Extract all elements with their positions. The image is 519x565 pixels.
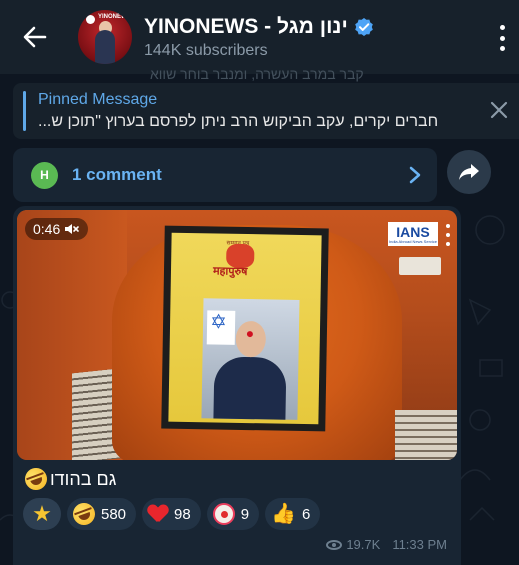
verified-badge-icon: [355, 17, 373, 36]
eye-icon: [326, 539, 343, 550]
video-scene-papers: [395, 410, 457, 460]
reaction-heart[interactable]: 98: [142, 498, 201, 530]
reaction-count: 9: [240, 505, 250, 523]
reaction-count: 6: [301, 505, 311, 523]
avatar-logo-text: YINONEWS: [98, 14, 131, 20]
post-meta: 19.7K 11:33 PM: [326, 537, 447, 552]
channel-info[interactable]: YINONEWS - ינון מגל 144K subscribers: [144, 15, 374, 60]
muted-speaker-icon: [65, 224, 80, 234]
person-face: [235, 320, 267, 358]
watermark-text: IANS: [396, 223, 430, 240]
channel-title: YINONEWS - ינון מגל: [144, 14, 348, 38]
pinned-text: חברים יקרים, עקב הביקוש הרב ניתן לפרסם ב…: [38, 113, 439, 130]
pinned-message-bar[interactable]: Pinned Message חברים יקרים, עקב הביקוש ה…: [13, 83, 519, 139]
ians-watermark: IANS India Abroad News Service: [388, 222, 438, 246]
thumbs-up-icon: 👍: [271, 503, 296, 525]
share-button[interactable]: [447, 150, 491, 194]
reaction-count: 580: [101, 505, 127, 523]
video-duration: 0:46: [33, 221, 61, 237]
close-icon[interactable]: [489, 100, 509, 120]
reaction-thumbs-up[interactable]: 👍 6: [265, 498, 321, 530]
clown-icon: [212, 503, 235, 525]
comments-button[interactable]: H 1 comment: [13, 148, 437, 202]
comments-label: 1 comment: [72, 165, 162, 184]
video-more-button[interactable]: [445, 224, 451, 246]
reaction-clown[interactable]: 9: [206, 498, 260, 530]
dot-icon: [446, 233, 450, 237]
rolling-laugh-icon: [21, 464, 51, 494]
background-message-text: קבר במרב העשרה, ומנבר בוחר שווא: [150, 66, 364, 82]
person-suit: [213, 356, 287, 420]
video-scene-socket: [399, 257, 441, 275]
dot-icon: [446, 224, 450, 228]
tilak-mark: [246, 331, 253, 338]
back-button[interactable]: [10, 0, 60, 74]
rolling-laugh-icon: [69, 499, 99, 529]
avatar-body: [95, 30, 115, 64]
share-arrow-icon: [459, 164, 479, 180]
subscriber-count: 144K subscribers: [144, 41, 268, 59]
reaction-star[interactable]: ★: [23, 498, 61, 530]
arrow-left-icon: [23, 26, 47, 48]
video-scene-frame: सम्मान पत्र महापुरुष ✡: [161, 225, 329, 432]
pinned-indicator: [23, 91, 26, 131]
post-time: 11:33 PM: [392, 537, 447, 552]
star-of-david-icon: ✡: [209, 311, 228, 334]
channel-header: YINONEWS YINONEWS - ינון מגל 144K subscr…: [0, 0, 519, 74]
poster-photo: ✡: [201, 298, 300, 420]
video-scene-poster: सम्मान पत्र महापुरुष ✡: [168, 232, 322, 425]
video-player[interactable]: सम्मान पत्र महापुरुष ✡ IANS India Abroad…: [17, 210, 457, 460]
more-menu-button[interactable]: [497, 25, 507, 51]
watermark-subtext: India Abroad News Service: [388, 238, 438, 244]
channel-title-row: YINONEWS - ינון מגל: [144, 15, 374, 39]
avatar-logo-dot: [86, 15, 95, 24]
reaction-count: 98: [174, 505, 191, 523]
dot-icon: [499, 25, 505, 30]
dot-icon: [499, 35, 505, 41]
video-duration-badge[interactable]: 0:46: [25, 218, 89, 240]
dot-icon: [499, 46, 505, 51]
channel-post: सम्मान पत्र महापुरुष ✡ IANS India Abroad…: [13, 206, 461, 565]
heart-icon: [148, 505, 168, 523]
reaction-laugh[interactable]: 580: [67, 498, 137, 530]
dot-icon: [446, 242, 450, 246]
commenter-avatar: H: [31, 161, 58, 189]
star-icon: ★: [32, 501, 52, 526]
caption-text: גם בהודו: [50, 468, 117, 489]
channel-avatar[interactable]: YINONEWS: [78, 10, 132, 64]
post-caption: גם בהודו: [21, 464, 117, 494]
reactions-bar: ★ 580 98 9 👍 6: [23, 498, 321, 530]
chevron-right-icon: [409, 166, 421, 184]
poster-title: महापुरुष: [212, 265, 248, 279]
pinned-label: Pinned Message: [38, 91, 158, 108]
view-count: 19.7K: [346, 537, 381, 552]
